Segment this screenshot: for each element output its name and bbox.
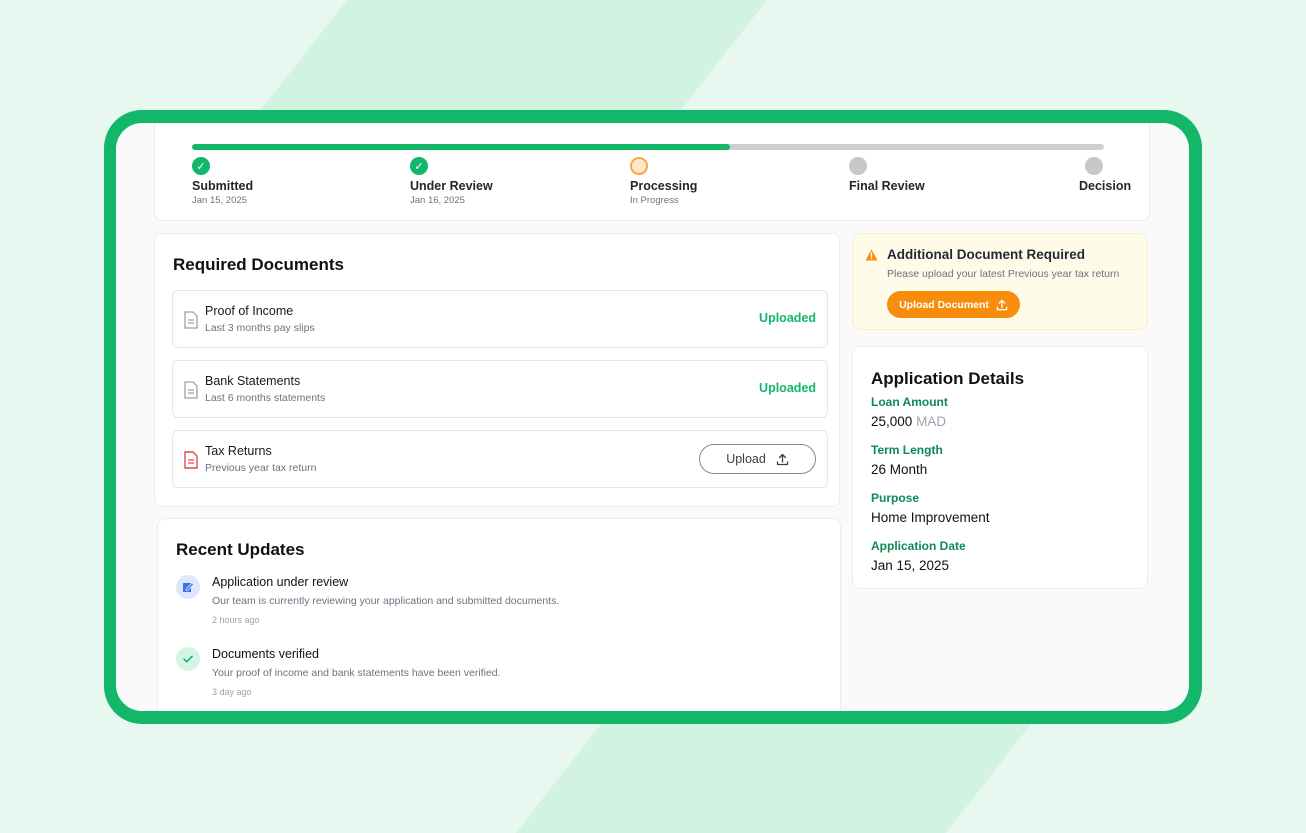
document-name: Proof of Income	[205, 304, 294, 318]
document-icon	[184, 311, 198, 329]
upload-button-label: Upload	[726, 452, 766, 466]
additional-document-alert: Additional Document Required Please uplo…	[852, 233, 1148, 330]
background-stripe-top	[253, 0, 767, 120]
detail-value: Home Improvement	[871, 510, 990, 525]
recent-updates-card: Recent Updates Application under review …	[157, 518, 841, 711]
step-final-review: Final Review	[849, 157, 925, 193]
detail-application-date: Application Date Jan 15, 2025	[871, 539, 966, 573]
review-icon	[176, 575, 200, 599]
upload-button[interactable]: Upload	[699, 444, 816, 474]
update-title: Application under review	[212, 575, 349, 589]
status-badge: Uploaded	[759, 381, 816, 395]
alert-description: Please upload your latest Previous year …	[887, 268, 1120, 280]
document-name: Bank Statements	[205, 374, 301, 388]
check-icon: ✓	[192, 157, 210, 175]
step-label: Final Review	[849, 179, 925, 193]
step-status: In Progress	[630, 195, 679, 206]
progress-fill	[192, 144, 731, 150]
upload-document-label: Upload Document	[899, 298, 989, 311]
detail-term-length: Term Length 26 Month	[871, 443, 943, 477]
detail-purpose: Purpose Home Improvement	[871, 491, 990, 525]
pending-dot-icon	[1085, 157, 1103, 175]
pending-dot-icon	[849, 157, 867, 175]
in-progress-dot-icon	[630, 157, 648, 175]
step-label: Decision	[1079, 179, 1132, 193]
verified-check-icon	[176, 647, 200, 671]
detail-value: 26 Month	[871, 462, 928, 477]
step-date: Jan 16, 2025	[410, 195, 465, 206]
upload-icon	[776, 453, 788, 465]
upload-icon	[996, 299, 1008, 310]
update-description: Your proof of income and bank statements…	[212, 667, 501, 679]
step-label: Submitted	[192, 179, 254, 193]
background-stripe-bottom	[515, 720, 1035, 833]
update-timestamp: 3 day ago	[212, 687, 252, 697]
detail-label: Term Length	[871, 443, 943, 457]
upload-document-button[interactable]: Upload Document	[887, 291, 1020, 318]
document-row-bank-statements: Bank Statements Last 6 months statements…	[172, 360, 828, 418]
document-description: Last 3 months pay slips	[205, 322, 315, 334]
document-name: Tax Returns	[205, 444, 272, 458]
step-decision: Decision	[1079, 157, 1131, 193]
document-missing-icon	[184, 451, 198, 469]
detail-label: Loan Amount	[871, 395, 948, 409]
detail-value: Jan 15, 2025	[871, 558, 950, 573]
step-label: Processing	[630, 179, 698, 193]
document-row-tax-returns: Tax Returns Previous year tax return Upl…	[172, 430, 828, 488]
status-badge: Uploaded	[759, 311, 816, 325]
detail-value: 25,000 MAD	[871, 414, 948, 429]
currency-unit: MAD	[916, 414, 947, 429]
document-row-proof-of-income: Proof of Income Last 3 months pay slips …	[172, 290, 828, 348]
alert-title: Additional Document Required	[887, 247, 1086, 262]
progress-track	[192, 144, 1104, 150]
step-processing: Processing In Progress	[630, 157, 697, 206]
detail-label: Application Date	[871, 539, 966, 553]
step-under-review: ✓ Under Review Jan 16, 2025	[410, 157, 493, 206]
update-timestamp: 2 hours ago	[212, 615, 260, 625]
detail-label: Purpose	[871, 491, 920, 505]
detail-loan-amount: Loan Amount 25,000 MAD	[871, 395, 948, 429]
section-title: Recent Updates	[176, 540, 305, 559]
check-icon: ✓	[410, 157, 428, 175]
warning-icon	[865, 249, 878, 261]
document-description: Last 6 months statements	[205, 392, 326, 404]
step-label: Under Review	[410, 179, 493, 193]
section-title: Application Details	[871, 369, 1025, 388]
update-title: Documents verified	[212, 647, 319, 661]
loan-amount-value: 25,000	[871, 414, 913, 429]
document-icon	[184, 381, 198, 399]
app-screen: ✓ Submitted Jan 15, 2025 ✓ Under Review …	[116, 123, 1189, 711]
step-date: Jan 15, 2025	[192, 195, 247, 206]
document-description: Previous year tax return	[205, 462, 317, 474]
device-frame: ✓ Submitted Jan 15, 2025 ✓ Under Review …	[104, 110, 1202, 724]
step-submitted: ✓ Submitted Jan 15, 2025	[192, 157, 253, 206]
application-progress: ✓ Submitted Jan 15, 2025 ✓ Under Review …	[154, 123, 1150, 221]
required-documents-card: Required Documents Proof of Income Last …	[154, 233, 840, 507]
section-title: Required Documents	[173, 255, 344, 274]
application-details-card: Application Details Loan Amount 25,000 M…	[852, 346, 1148, 589]
update-description: Our team is currently reviewing your app…	[212, 595, 560, 607]
